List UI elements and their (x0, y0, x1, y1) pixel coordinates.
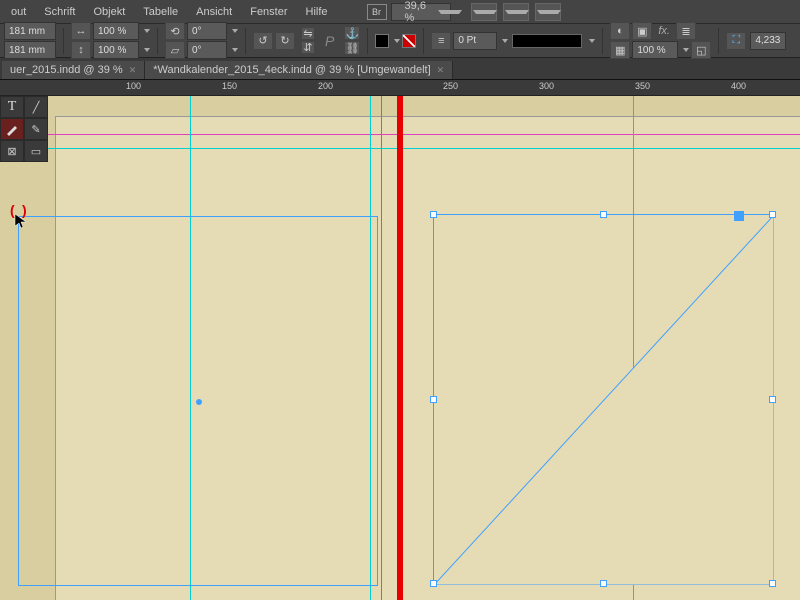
close-icon[interactable]: ✕ (437, 65, 445, 76)
rotate-field[interactable]: 0° (187, 22, 227, 40)
dropshadow-icon[interactable]: ▣ (632, 22, 652, 40)
bridge-icon[interactable]: Br (367, 4, 387, 20)
menu-ansicht[interactable]: Ansicht (187, 6, 241, 18)
shear-field[interactable]: 0° (187, 41, 227, 59)
type-tool[interactable]: T (0, 96, 24, 118)
left-pane[interactable]: T ╱ ✎ ⊠ ▭ ( ) (0, 96, 397, 600)
stroke-swatch[interactable] (402, 34, 416, 48)
pen-cursor-indicator: ( ) (10, 304, 30, 324)
fill-swatch[interactable] (375, 34, 389, 48)
scale-h-field[interactable]: 100 % (93, 41, 139, 59)
scale-w-icon: ↔ (71, 22, 91, 40)
handle-s[interactable] (600, 580, 607, 587)
close-icon[interactable]: ✕ (129, 65, 137, 76)
opacity-field[interactable]: 100 % (632, 41, 678, 59)
flip-v-icon[interactable]: ⇵ (301, 41, 315, 54)
zoom-field[interactable]: 39,6 % (391, 3, 451, 21)
handle-nw[interactable] (430, 211, 437, 218)
rotate-icon: ⟲ (165, 22, 185, 40)
view-mode-2[interactable] (503, 3, 529, 21)
menu-tabelle[interactable]: Tabelle (134, 6, 187, 18)
chain-icon[interactable]: ⛓ (344, 41, 360, 55)
handle-n[interactable] (600, 211, 607, 218)
paragraph-icon: P (325, 33, 334, 49)
handle-se[interactable] (769, 580, 776, 587)
frame-tool[interactable]: ⊠ (0, 140, 24, 162)
flip-h-icon[interactable]: ⇋ (301, 27, 315, 40)
scale-h-icon: ↕ (71, 41, 91, 59)
pen-tool[interactable] (0, 118, 24, 140)
rotate-ccw-icon[interactable]: ↺ (253, 32, 273, 50)
center-handle[interactable] (196, 399, 202, 405)
tab-1[interactable]: uer_2015.indd @ 39 %✕ (2, 61, 145, 79)
tab-2[interactable]: *Wandkalender_2015_4eck.indd @ 39 % [Umg… (145, 61, 453, 79)
shear-icon: ▱ (165, 41, 185, 59)
menu-schrift[interactable]: Schrift (35, 6, 84, 18)
control-bar: 181 mm 181 mm ↔100 % ↕100 % ⟲0° ▱0° ↺ ↻ … (0, 24, 800, 58)
handle-w[interactable] (430, 396, 437, 403)
x-field[interactable]: 181 mm (4, 22, 56, 40)
wrap-icon[interactable]: ▦ (610, 41, 630, 59)
menu-objekt[interactable]: Objekt (84, 6, 134, 18)
menu-fenster[interactable]: Fenster (241, 6, 296, 18)
guide[interactable] (403, 148, 800, 149)
workspace: T ╱ ✎ ⊠ ▭ ( ) (0, 96, 800, 600)
handle-e[interactable] (769, 396, 776, 403)
transform-icon[interactable]: ⛶ (726, 32, 746, 50)
guide[interactable] (403, 134, 800, 135)
right-pane[interactable] (403, 96, 800, 600)
handle-sw[interactable] (430, 580, 437, 587)
effects-icon[interactable]: ◐ (610, 22, 630, 40)
stroke-style[interactable] (512, 34, 582, 48)
scale-w-field[interactable]: 100 % (93, 22, 139, 40)
toolbox: T ╱ ✎ ⊠ ▭ (0, 96, 48, 162)
handle-ne[interactable] (769, 211, 776, 218)
view-mode-3[interactable] (535, 3, 561, 21)
menu-bar: out Schrift Objekt Tabelle Ansicht Fenst… (0, 0, 800, 24)
corner-icon[interactable]: ◱ (691, 41, 711, 59)
selection-frame[interactable] (18, 216, 378, 586)
stroke-weight-icon: ≡ (431, 32, 451, 50)
guide[interactable] (0, 148, 397, 149)
fx-icon[interactable]: fx. (654, 25, 674, 37)
rectangle-tool[interactable]: ▭ (24, 140, 48, 162)
view-mode-1[interactable] (471, 3, 497, 21)
menu-hilfe[interactable]: Hilfe (297, 6, 337, 18)
rotate-cw-icon[interactable]: ↻ (275, 32, 295, 50)
guide[interactable] (381, 96, 382, 600)
anchor-icon[interactable]: ⚓ (344, 26, 360, 40)
document-tabs: uer_2015.indd @ 39 %✕ *Wandkalender_2015… (0, 58, 800, 80)
line-tool[interactable]: ╱ (24, 96, 48, 118)
align-icon[interactable]: ≣ (676, 22, 696, 40)
menu-layout[interactable]: out (2, 6, 35, 18)
stroke-weight-field[interactable]: 0 Pt (453, 32, 497, 50)
coord-field[interactable]: 4,233 (750, 32, 786, 50)
horizontal-ruler[interactable]: 100 150 200 250 300 350 400 (0, 80, 800, 96)
guide[interactable] (0, 134, 397, 135)
pencil-tool[interactable]: ✎ (24, 118, 48, 140)
y-field[interactable]: 181 mm (4, 41, 56, 59)
selected-object[interactable] (433, 214, 773, 584)
handle-anchor[interactable] (734, 211, 744, 221)
